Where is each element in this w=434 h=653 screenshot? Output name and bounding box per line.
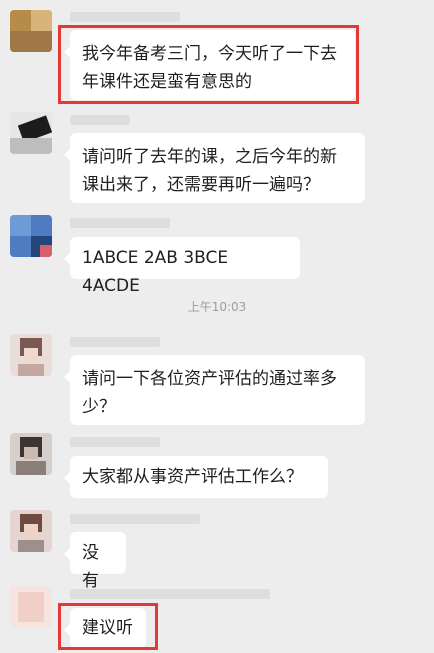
message-text: 请问听了去年的课，之后今年的新课出来了，还需要再听一遍吗？ [82,147,337,195]
avatar[interactable] [10,510,52,552]
message-bubble[interactable]: 1ABCE 2AB 3BCE 4ACDE [64,237,300,296]
sender-name [70,337,160,347]
sender-name [70,514,200,524]
message-text: 没有 [82,543,99,591]
message-bubble[interactable]: 没有 [64,532,126,591]
avatar[interactable] [10,586,52,628]
message-text: 1ABCE 2AB 3BCE 4ACDE [82,248,229,296]
sender-name [70,218,170,228]
sender-name [70,589,270,599]
avatar[interactable] [10,334,52,376]
message-bubble[interactable]: 请问一下各位资产评估的通过率多少？ [64,355,365,425]
highlight-box [58,603,158,650]
avatar[interactable] [10,112,52,154]
message-text: 大家都从事资产评估工作么？ [82,467,303,487]
message-text: 请问一下各位资产评估的通过率多少？ [82,369,337,417]
highlight-box [58,25,359,104]
sender-name [70,437,160,447]
avatar[interactable] [10,433,52,475]
sender-name [70,12,180,22]
avatar[interactable] [10,10,52,52]
message-bubble[interactable]: 大家都从事资产评估工作么？ [64,456,328,498]
avatar[interactable] [10,215,52,257]
time-divider: 上午10:03 [187,300,247,314]
message-bubble[interactable]: 请问听了去年的课，之后今年的新课出来了，还需要再听一遍吗？ [64,133,365,203]
sender-name [70,115,130,125]
